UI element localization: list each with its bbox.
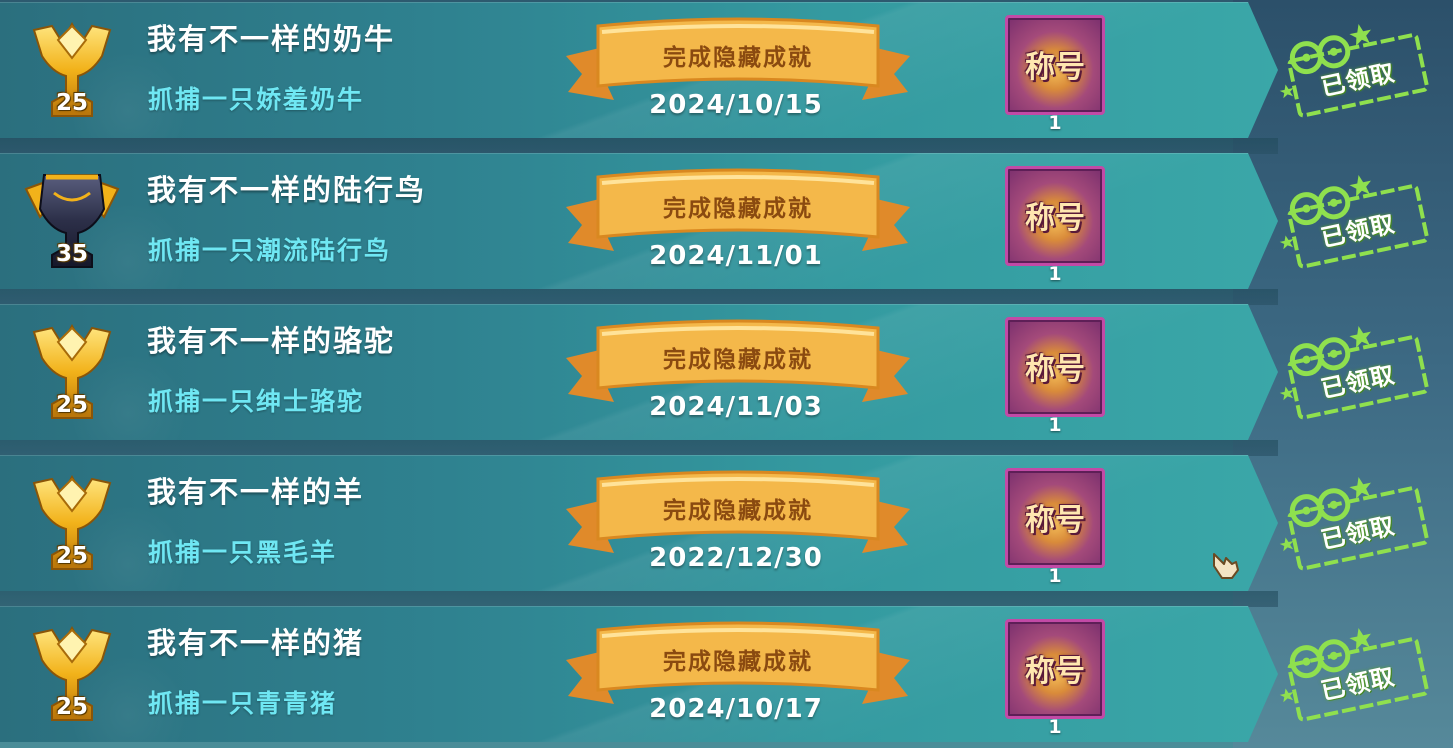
title-reward-icon[interactable]: 称号 xyxy=(1005,15,1105,115)
ribbon-label: 完成隐藏成就 xyxy=(663,649,813,675)
achievement-row: 25 我有不一样的骆驼 抓捕一只绅士骆驼 完成隐藏成就 2024/11/03 称… xyxy=(0,304,1453,456)
reward-label: 称号 xyxy=(1025,503,1085,538)
hand-cursor-icon xyxy=(1208,548,1242,582)
gold-trophy-icon: 25 xyxy=(22,616,122,732)
achievement-row: 25 我有不一样的猪 抓捕一只青青猪 完成隐藏成就 2024/10/17 称号 … xyxy=(0,606,1453,742)
trophy-level: 25 xyxy=(55,392,88,418)
reward-count: 1 xyxy=(1048,565,1062,587)
achievement-description: 抓捕一只青青猪 xyxy=(148,689,338,718)
trophy-level: 35 xyxy=(55,241,88,267)
gold-trophy-icon: 25 xyxy=(22,12,122,128)
reward-count: 1 xyxy=(1048,263,1062,285)
ribbon-label: 完成隐藏成就 xyxy=(663,347,813,373)
reward-label: 称号 xyxy=(1025,352,1085,387)
reward-count: 1 xyxy=(1048,716,1062,738)
ribbon-label: 完成隐藏成就 xyxy=(663,45,813,71)
dark-trophy-icon: 35 xyxy=(22,163,122,279)
trophy-level: 25 xyxy=(55,90,88,116)
achievement-description: 抓捕一只潮流陆行鸟 xyxy=(148,236,392,265)
ribbon-label: 完成隐藏成就 xyxy=(663,196,813,222)
achievement-title: 我有不一样的奶牛 xyxy=(147,22,396,56)
completion-date: 2022/12/30 xyxy=(649,543,823,573)
gold-trophy-icon: 25 xyxy=(22,314,122,430)
achievement-description: 抓捕一只绅士骆驼 xyxy=(148,387,365,416)
title-reward-icon[interactable]: 称号 xyxy=(1005,468,1105,568)
completion-date: 2024/11/01 xyxy=(649,241,823,271)
reward-count: 1 xyxy=(1048,112,1062,134)
completion-date: 2024/11/03 xyxy=(649,392,823,422)
trophy-level: 25 xyxy=(55,543,88,569)
achievement-description: 抓捕一只黑毛羊 xyxy=(148,538,338,567)
completion-date: 2024/10/15 xyxy=(649,90,823,120)
achievement-title: 我有不一样的羊 xyxy=(147,475,365,509)
title-reward-icon[interactable]: 称号 xyxy=(1005,166,1105,266)
achievement-description: 抓捕一只娇羞奶牛 xyxy=(148,85,365,114)
reward-count: 1 xyxy=(1048,414,1062,436)
achievement-title: 我有不一样的骆驼 xyxy=(147,324,396,358)
completion-date: 2024/10/17 xyxy=(649,694,823,724)
achievement-row: 35 我有不一样的陆行鸟 抓捕一只潮流陆行鸟 完成隐藏成就 2024/11/01… xyxy=(0,153,1453,305)
reward-label: 称号 xyxy=(1025,654,1085,689)
achievement-row: 25 我有不一样的奶牛 抓捕一只娇羞奶牛 完成隐藏成就 2024/10/15 称… xyxy=(0,2,1453,154)
gold-trophy-icon: 25 xyxy=(22,465,122,581)
reward-label: 称号 xyxy=(1025,50,1085,85)
achievement-title: 我有不一样的陆行鸟 xyxy=(147,173,427,207)
reward-label: 称号 xyxy=(1025,201,1085,236)
ribbon-label: 完成隐藏成就 xyxy=(663,498,813,524)
title-reward-icon[interactable]: 称号 xyxy=(1005,619,1105,719)
achievement-list: 25 我有不一样的奶牛 抓捕一只娇羞奶牛 完成隐藏成就 2024/10/15 称… xyxy=(0,0,1453,748)
achievement-title: 我有不一样的猪 xyxy=(147,626,365,660)
title-reward-icon[interactable]: 称号 xyxy=(1005,317,1105,417)
trophy-level: 25 xyxy=(55,694,88,720)
